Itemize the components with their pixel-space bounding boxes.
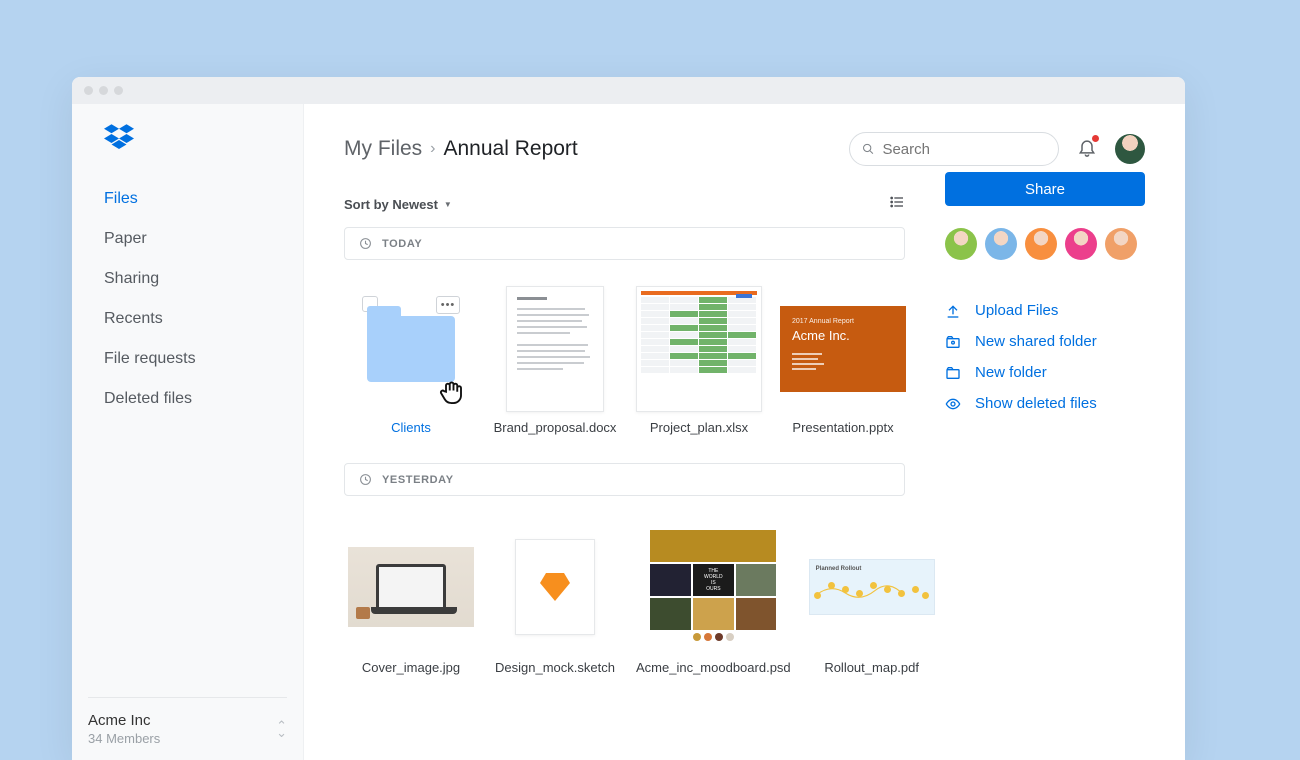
action-label: Show deleted files: [975, 395, 1097, 412]
file-item-moodboard[interactable]: THEWORLDISOURS: [632, 512, 795, 702]
file-item-rollout[interactable]: Planned Rollout: [805, 512, 939, 702]
org-members: 34 Members: [88, 731, 160, 746]
sketch-diamond-icon: [540, 573, 570, 601]
org-switcher[interactable]: Acme Inc 34 Members ⌃⌄: [88, 697, 287, 760]
action-label: Upload Files: [975, 302, 1058, 319]
breadcrumb: My Files › Annual Report: [344, 137, 578, 161]
document-thumbnail: [506, 286, 604, 412]
sidebar-item-sharing[interactable]: Sharing: [104, 259, 303, 299]
spreadsheet-thumbnail: [636, 286, 762, 412]
upload-icon: [945, 303, 961, 319]
file-name[interactable]: Clients: [391, 420, 431, 437]
file-item-ppt[interactable]: 2017 Annual Report Acme Inc. Presentatio…: [776, 276, 910, 451]
notification-dot: [1092, 135, 1099, 142]
app-window: Files Paper Sharing Recents File request…: [72, 77, 1185, 760]
folder-icon: [367, 316, 455, 382]
traffic-light-zoom[interactable]: [114, 86, 123, 95]
image-thumbnail: [348, 547, 474, 627]
eye-icon: [945, 396, 961, 412]
presentation-thumbnail: 2017 Annual Report Acme Inc.: [780, 306, 906, 392]
member-avatar[interactable]: [945, 228, 977, 260]
rollout-thumbnail: Planned Rollout: [809, 559, 935, 615]
sketch-thumbnail: [515, 539, 595, 635]
file-name: Presentation.pptx: [792, 420, 893, 437]
file-name: Brand_proposal.docx: [494, 420, 617, 437]
section-label: YESTERDAY: [382, 474, 454, 486]
file-item-folder[interactable]: ••• Clients: [344, 276, 478, 451]
caret-down-icon: ▼: [444, 200, 452, 209]
view-toggle-list[interactable]: [889, 194, 905, 215]
moodboard-thumbnail: THEWORLDISOURS: [650, 530, 776, 630]
section-header-yesterday: YESTERDAY: [344, 463, 905, 496]
action-show-deleted[interactable]: Show deleted files: [945, 395, 1145, 412]
more-button[interactable]: •••: [436, 296, 460, 314]
section-header-today: TODAY: [344, 227, 905, 260]
file-name: Rollout_map.pdf: [824, 660, 919, 677]
breadcrumb-current: Annual Report: [444, 137, 578, 161]
sidebar-nav: Files Paper Sharing Recents File request…: [72, 179, 303, 419]
traffic-light-close[interactable]: [84, 86, 93, 95]
file-item-doc[interactable]: Brand_proposal.docx: [488, 276, 622, 451]
action-new-folder[interactable]: New folder: [945, 364, 1145, 381]
sidebar-item-file-requests[interactable]: File requests: [104, 339, 303, 379]
file-name: Design_mock.sketch: [495, 660, 615, 677]
sort-dropdown[interactable]: Sort by Newest ▼: [344, 197, 452, 212]
sidebar: Files Paper Sharing Recents File request…: [72, 104, 304, 760]
file-name: Acme_inc_moodboard.psd: [636, 660, 791, 677]
sidebar-item-paper[interactable]: Paper: [104, 219, 303, 259]
sidebar-item-recents[interactable]: Recents: [104, 299, 303, 339]
sidebar-item-files[interactable]: Files: [104, 179, 303, 219]
clock-icon: [359, 237, 372, 250]
sort-label: Sort by Newest: [344, 197, 438, 212]
action-upload-files[interactable]: Upload Files: [945, 302, 1145, 319]
org-name: Acme Inc: [88, 712, 160, 729]
file-item-sketch[interactable]: Design_mock.sketch: [488, 512, 622, 702]
breadcrumb-root[interactable]: My Files: [344, 137, 422, 161]
main-content: My Files › Annual Report: [304, 104, 1185, 760]
member-avatar[interactable]: [1105, 228, 1137, 260]
member-avatar[interactable]: [1025, 228, 1057, 260]
file-item-xls[interactable]: Project_plan.xlsx: [632, 276, 766, 451]
search-box[interactable]: [849, 132, 1059, 166]
member-avatar[interactable]: [1065, 228, 1097, 260]
member-avatar[interactable]: [985, 228, 1017, 260]
notifications-button[interactable]: [1077, 137, 1097, 162]
section-label: TODAY: [382, 238, 422, 250]
traffic-light-minimize[interactable]: [99, 86, 108, 95]
shared-folder-icon: [945, 334, 961, 350]
shared-members: [945, 228, 1145, 260]
right-panel: Share Upload Files: [945, 166, 1145, 702]
action-new-shared-folder[interactable]: New shared folder: [945, 333, 1145, 350]
folder-icon: [945, 365, 961, 381]
list-icon: [889, 194, 905, 210]
action-label: New folder: [975, 364, 1047, 381]
action-label: New shared folder: [975, 333, 1097, 350]
file-item-image[interactable]: Cover_image.jpg: [344, 512, 478, 702]
file-name: Cover_image.jpg: [362, 660, 460, 677]
current-user-avatar[interactable]: [1115, 134, 1145, 164]
search-icon: [862, 142, 874, 156]
sidebar-item-deleted-files[interactable]: Deleted files: [104, 379, 303, 419]
dropbox-logo[interactable]: [72, 124, 303, 179]
file-name: Project_plan.xlsx: [650, 420, 748, 437]
clock-icon: [359, 473, 372, 486]
up-down-chevron-icon: ⌃⌄: [276, 722, 287, 736]
chevron-right-icon: ›: [430, 140, 435, 158]
window-titlebar: [72, 77, 1185, 104]
cursor-hand-icon: [436, 378, 466, 408]
share-button[interactable]: Share: [945, 172, 1145, 206]
search-input[interactable]: [882, 141, 1046, 158]
